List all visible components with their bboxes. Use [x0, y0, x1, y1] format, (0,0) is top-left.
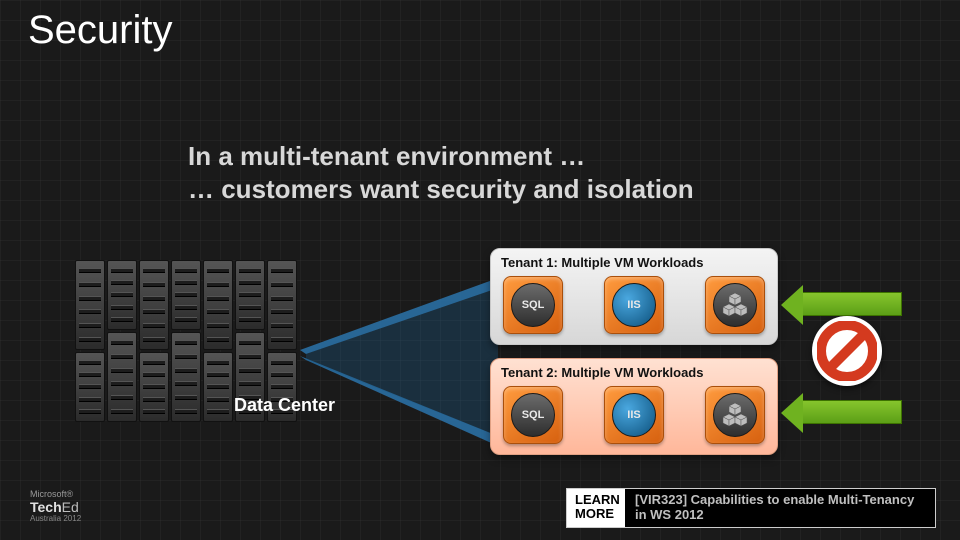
- subhead-line1: In a multi-tenant environment …: [188, 141, 585, 171]
- sql-label: SQL: [511, 393, 555, 437]
- sql-vm-icon: SQL: [503, 386, 563, 444]
- cubes-icon: [713, 393, 757, 437]
- server-rack-icon: [75, 352, 105, 422]
- tenant1-title: Tenant 1: Multiple VM Workloads: [499, 255, 769, 270]
- tenant2-title: Tenant 2: Multiple VM Workloads: [499, 365, 769, 380]
- server-rack-icon: [171, 332, 201, 422]
- green-arrow-left-icon: [802, 400, 902, 424]
- subhead: In a multi-tenant environment … … custom…: [188, 140, 694, 205]
- footer-sub: Australia 2012: [30, 515, 81, 524]
- footer-logo: Microsoft® TechEd Australia 2012: [30, 490, 81, 524]
- footer-event-suffix: Ed: [62, 499, 79, 515]
- learn-more-callout: LEARN MORE [VIR323] Capabilities to enab…: [566, 488, 936, 528]
- server-rack-icon: [203, 352, 233, 422]
- iis-vm-icon: IIS: [604, 276, 664, 334]
- page-title: Security: [28, 8, 173, 53]
- server-rack-icon: [75, 260, 105, 350]
- sql-label: SQL: [511, 283, 555, 327]
- server-rack-icon: [107, 260, 137, 330]
- no-entry-icon: [812, 316, 882, 386]
- tenant1-vm-row: SQL IIS: [499, 274, 769, 336]
- datacenter-label: Data Center: [234, 395, 335, 416]
- learn-more-button[interactable]: LEARN MORE: [567, 489, 625, 527]
- server-rack-icon: [235, 260, 265, 330]
- tenant2-vm-row: SQL IIS: [499, 384, 769, 446]
- iis-label: IIS: [612, 283, 656, 327]
- server-rack-icon: [171, 260, 201, 330]
- server-rack-icon: [139, 260, 169, 350]
- subhead-line2: … customers want security and isolation: [188, 173, 694, 206]
- learn-more-desc: [VIR323] Capabilities to enable Multi-Te…: [625, 489, 935, 527]
- cubes-vm-icon: [705, 276, 765, 334]
- footer-event-prefix: Tech: [30, 499, 62, 515]
- connection-cone-icon: [300, 278, 500, 448]
- server-rack-icon: [107, 332, 137, 422]
- green-arrow-left-icon: [802, 292, 902, 316]
- iis-vm-icon: IIS: [604, 386, 664, 444]
- cubes-icon: [713, 283, 757, 327]
- server-rack-icon: [267, 260, 297, 350]
- server-rack-icon: [203, 260, 233, 350]
- cubes-vm-icon: [705, 386, 765, 444]
- tenant1-box: Tenant 1: Multiple VM Workloads SQL IIS: [490, 248, 778, 345]
- iis-label: IIS: [612, 393, 656, 437]
- tenant2-box: Tenant 2: Multiple VM Workloads SQL IIS: [490, 358, 778, 455]
- server-rack-icon: [139, 352, 169, 422]
- footer-event: TechEd: [30, 500, 81, 515]
- sql-vm-icon: SQL: [503, 276, 563, 334]
